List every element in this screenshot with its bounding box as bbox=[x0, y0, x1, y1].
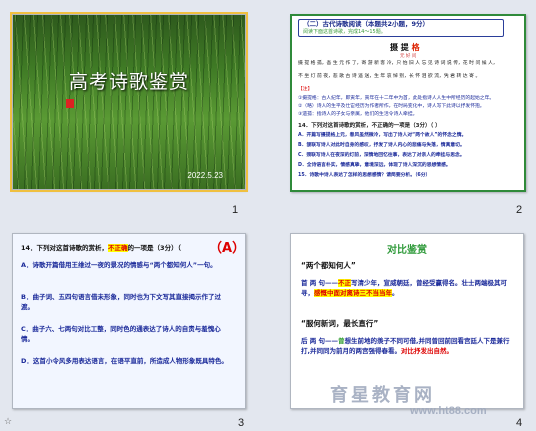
red-marker-icon bbox=[66, 99, 74, 108]
option-b: B．颔联写诗人对此时自身的感叹，抒发了诗人内心的悲痛与失落，情真意切。 bbox=[298, 143, 465, 148]
poem-title-red: 格 bbox=[411, 43, 420, 52]
para-highlight: 感慨中面对离诗三不当当年 bbox=[314, 289, 392, 297]
slide-number: 3 bbox=[238, 417, 245, 429]
header-subtext: 阅读下面这首诗歌，完成14～15题。 bbox=[303, 29, 386, 35]
notes-label: 【注】 bbox=[298, 87, 313, 92]
para-lead: 首 两 句—— bbox=[301, 279, 339, 287]
slide-number: 4 bbox=[516, 417, 523, 429]
header-text: （二）古代诗歌阅读（本题共2小题，9分） bbox=[303, 20, 430, 28]
para-lead: 后 两 句—— bbox=[301, 337, 339, 345]
slide-thumbnail-1[interactable]: 高考诗歌鉴赏 2022.5.23 bbox=[10, 12, 248, 192]
analysis-paragraph: 首 两 句——不正写清少年，宣威朝廷，曾经受赢得名。壮士两端极其可寻，感慨中面对… bbox=[301, 278, 511, 298]
question-text: 14．下列对这首诗歌的赏析，不正确的一项是（3分）（ bbox=[21, 242, 181, 252]
question-highlight: 不正确 bbox=[108, 244, 128, 252]
slide-date: 2022.5.23 bbox=[187, 171, 223, 180]
subheading: “服何新词，最长直行” bbox=[301, 319, 379, 328]
poem-line: 摄 提 格 孤，吾 生 元 作 了，寄 游 新 客 冷，只 怕 旧 人 忘 见 … bbox=[298, 61, 498, 66]
analysis-paragraph: 后 两 句——曾想生前地的羡子不同可借,并同曾回前回看宫廷人下是兼行打,并同同为… bbox=[301, 336, 511, 356]
slide-thumbnail-3[interactable]: 14．下列对这首诗歌的赏析，不正确的一项是（3分）（ （A） A．诗歌开篇借用王… bbox=[12, 233, 246, 409]
option-a: A．诗歌开篇借用王维过一夜的景况的情感与“两个都知何人”一句。 bbox=[21, 261, 217, 269]
section-header: （二）古代诗歌阅读（本题共2小题，9分） 阅读下面这首诗歌，完成14～15题。 bbox=[298, 19, 504, 37]
option-c: C．颈联写诗人在夜深的灯前，深情地回忆往事，表达了对亲人的牵挂与思念。 bbox=[298, 153, 465, 158]
para-end: 。 bbox=[392, 289, 399, 297]
slide-thumbnail-2[interactable]: （二）古代诗歌阅读（本题共2小题，9分） 阅读下面这首诗歌，完成14～15题。 … bbox=[290, 14, 526, 192]
answer-badge: （A） bbox=[209, 241, 246, 256]
note-item: ①摄提格：古人纪年，即寅年，寅年在十二年中为首，此处指诗人人生中所经历的起始之年… bbox=[298, 96, 495, 101]
note-item: ③遗孤：指诗人的子女与亲属，他们的生活令诗人牵挂。 bbox=[298, 112, 418, 117]
option-c: C．曲子六、七两句对比工整，同时色的通表达了诗人的自责与羞愧心情。 bbox=[21, 325, 221, 343]
slide-heading: 对比鉴赏 bbox=[387, 245, 427, 256]
poem-title: 摄 提 格 bbox=[390, 42, 420, 53]
para-red: 对比抒发出自然。 bbox=[400, 347, 453, 355]
watermark-text: 育星教育网 bbox=[330, 385, 435, 406]
watermark-url: www.ht88.com bbox=[410, 405, 487, 417]
answer-letter: A bbox=[222, 241, 233, 256]
poem-title-text: 摄 提 bbox=[390, 43, 412, 52]
slide-title: 高考诗歌鉴赏 bbox=[68, 71, 189, 93]
question-suffix: 的一项是（3分）（ bbox=[127, 244, 181, 252]
subheading: “两个都知何人” bbox=[301, 261, 356, 270]
star-icon: ☆ bbox=[4, 417, 13, 427]
poem-line: 不 坐 灯 前 夜，悲 歌 古 诗 遥 送，生 年 哀 悼 别，长 怀 泪 欲 … bbox=[298, 74, 481, 79]
slide-number: 2 bbox=[516, 204, 523, 216]
option-b: B．曲子词、五四句语言借未形象，同时也为下文写其直接揭示作了过渡。 bbox=[21, 293, 221, 311]
question-15: 15．诗歌中诗人表达了怎样的思想感情？请简要分析。（6分） bbox=[298, 173, 431, 178]
option-d: D．这首小令风多用表达语言，在语平直前，所造成人物形象既具特色。 bbox=[21, 357, 228, 365]
poem-author: 元 好 问 bbox=[400, 54, 417, 59]
option-a: A．开篇写摄提格上元，春风虽然微冷，写出了诗人对“两个故人”的怀念之情。 bbox=[298, 133, 467, 138]
question-prefix: 14．下列对这首诗歌的赏析， bbox=[21, 244, 109, 252]
slide-number: 1 bbox=[232, 204, 239, 216]
option-d: D．全诗语言朴实，情感真挚，意境深远，体现了诗人深沉的思想情感。 bbox=[298, 163, 451, 168]
para-highlight: 不正 bbox=[338, 279, 352, 287]
question-14: 14．下列对这首诗歌的赏析，不正确的一项是（3分）（ ） bbox=[298, 123, 441, 129]
note-item: ②（略）诗人的生平及仕宦经历为作者所作，在时局变化中，诗人写下此诗以抒发怀抱。 bbox=[298, 104, 485, 109]
